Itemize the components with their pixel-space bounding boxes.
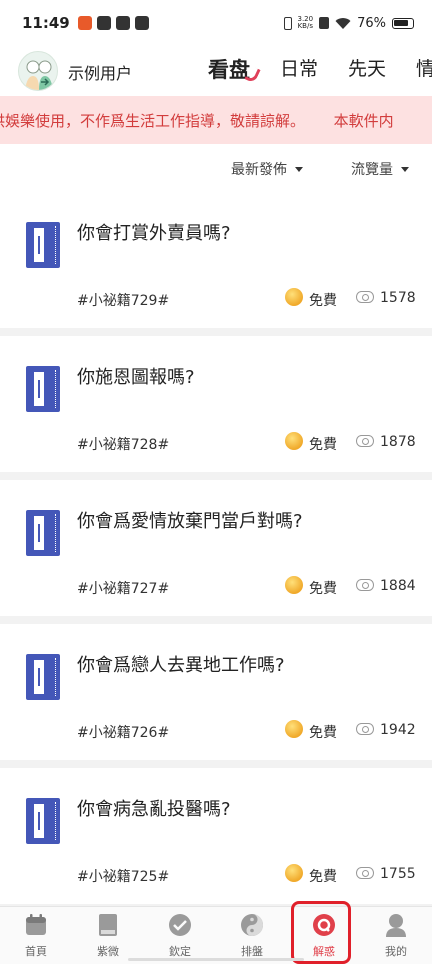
calendar-icon	[26, 914, 46, 935]
net-speed: 3.20 KB/s	[298, 16, 314, 30]
status-bar: 11:49 3.20 KB/s 76%	[0, 0, 432, 46]
card-tag[interactable]: #小祕籍729#	[77, 290, 169, 310]
nav-jiehuo[interactable]: 解惑	[288, 907, 360, 964]
vibrate-icon	[283, 16, 292, 30]
notice-banner: 供娛樂使用，不作爲生活工作指導，敬請諒解。 本軟件内	[0, 96, 432, 144]
top-tabs: 看盘 日常 先天 情	[208, 54, 432, 84]
nav-label: 我的	[385, 945, 407, 958]
sort-dropdown-label: 最新發佈	[231, 162, 287, 178]
net-speed-unit: KB/s	[297, 22, 313, 30]
seal-check-icon	[169, 914, 191, 936]
card-price: 免費	[309, 581, 337, 597]
sim-icon	[319, 17, 330, 29]
list-item[interactable]: 你會病急亂投醫嗎? #小祕籍725# 免費 1755	[0, 768, 432, 904]
card-views: 1755	[380, 866, 416, 882]
nav-ziwei[interactable]: 紫微	[72, 907, 144, 964]
battery-icon	[392, 17, 414, 29]
card-title: 你會病急亂投醫嗎?	[77, 799, 231, 820]
play-notification-icon	[134, 16, 149, 30]
link-notification-icon	[96, 16, 111, 30]
list-item[interactable]: 你會爲愛情放棄門當戶對嗎? #小祕籍727# 免費 1884	[0, 480, 432, 616]
eye-icon	[356, 435, 374, 447]
coin-icon	[285, 576, 303, 594]
tab-richang[interactable]: 日常	[280, 54, 318, 84]
book-icon	[26, 798, 60, 844]
nav-paipan[interactable]: 排盤	[216, 907, 288, 964]
nav-profile[interactable]: 我的	[360, 907, 432, 964]
bottom-nav: 首頁 紫微 欽定 排盤 解惑 我的	[0, 906, 432, 964]
list-item[interactable]: 你會爲戀人去異地工作嗎? #小祕籍726# 免費 1942	[0, 624, 432, 760]
username[interactable]: 示例用户	[68, 60, 132, 84]
coin-icon	[285, 720, 303, 738]
caret-down-icon	[401, 166, 409, 172]
eye-icon	[356, 579, 374, 591]
card-price: 免費	[309, 437, 337, 453]
nav-label: 欽定	[169, 945, 191, 958]
caret-down-icon	[295, 166, 303, 172]
app-notification-icon	[77, 16, 92, 30]
battery-percent: 76%	[357, 15, 386, 31]
filter-bar: 最新發佈 流覽量	[0, 144, 432, 192]
sort-dropdown[interactable]: 最新發佈	[231, 159, 303, 179]
views-dropdown[interactable]: 流覽量	[351, 159, 409, 179]
notice-text: 供娛樂使用，不作爲生活工作指導，敬請諒解。 本軟件内	[0, 112, 394, 130]
card-price: 免費	[309, 725, 337, 741]
book-icon	[99, 914, 117, 936]
card-tag[interactable]: #小祕籍727#	[77, 578, 169, 598]
mail-notification-icon	[115, 16, 130, 30]
nav-label: 紫微	[97, 945, 119, 958]
home-indicator	[128, 958, 304, 961]
nav-label: 解惑	[313, 945, 335, 958]
card-views: 1878	[380, 434, 416, 450]
list-item[interactable]: 你會打賞外賣員嗎? #小祕籍729# 免費 1578	[0, 192, 432, 328]
tab-xiantian[interactable]: 先天	[348, 54, 386, 84]
yin-yang-icon	[241, 914, 263, 936]
card-tag[interactable]: #小祕籍725#	[77, 866, 169, 886]
book-icon	[26, 654, 60, 700]
eye-icon	[356, 723, 374, 735]
card-views: 1942	[380, 722, 416, 738]
app-header: 示例用户 看盘 日常 先天 情	[0, 46, 432, 96]
card-title: 你會爲愛情放棄門當戶對嗎?	[77, 511, 303, 532]
user-icon	[386, 914, 406, 937]
status-time: 11:49	[22, 14, 70, 32]
tab-qing[interactable]: 情	[416, 54, 432, 84]
card-tag[interactable]: #小祕籍728#	[77, 434, 169, 454]
book-icon	[26, 366, 60, 412]
eye-icon	[356, 291, 374, 303]
eye-icon	[356, 867, 374, 879]
card-views: 1884	[380, 578, 416, 594]
book-icon	[26, 222, 60, 268]
card-price: 免費	[309, 869, 337, 885]
chat-bubble-icon	[313, 914, 335, 936]
coin-icon	[285, 288, 303, 306]
coin-icon	[285, 864, 303, 882]
nav-label: 排盤	[241, 945, 263, 958]
nav-label: 首頁	[25, 945, 47, 958]
tab-kanpan[interactable]: 看盘	[208, 54, 250, 84]
avatar-illustration-icon	[25, 60, 53, 90]
views-dropdown-label: 流覽量	[351, 162, 393, 178]
card-views: 1578	[380, 290, 416, 306]
nav-home[interactable]: 首頁	[0, 907, 72, 964]
wifi-icon	[335, 17, 351, 29]
coin-icon	[285, 432, 303, 450]
book-icon	[26, 510, 60, 556]
list-item[interactable]: 你施恩圖報嗎? #小祕籍728# 免費 1878	[0, 336, 432, 472]
avatar[interactable]	[18, 51, 58, 91]
card-price: 免費	[309, 293, 337, 309]
card-tag[interactable]: #小祕籍726#	[77, 722, 169, 742]
card-title: 你會爲戀人去異地工作嗎?	[77, 655, 285, 676]
card-title: 你施恩圖報嗎?	[77, 367, 195, 388]
card-title: 你會打賞外賣員嗎?	[77, 223, 231, 244]
nav-qinding[interactable]: 欽定	[144, 907, 216, 964]
